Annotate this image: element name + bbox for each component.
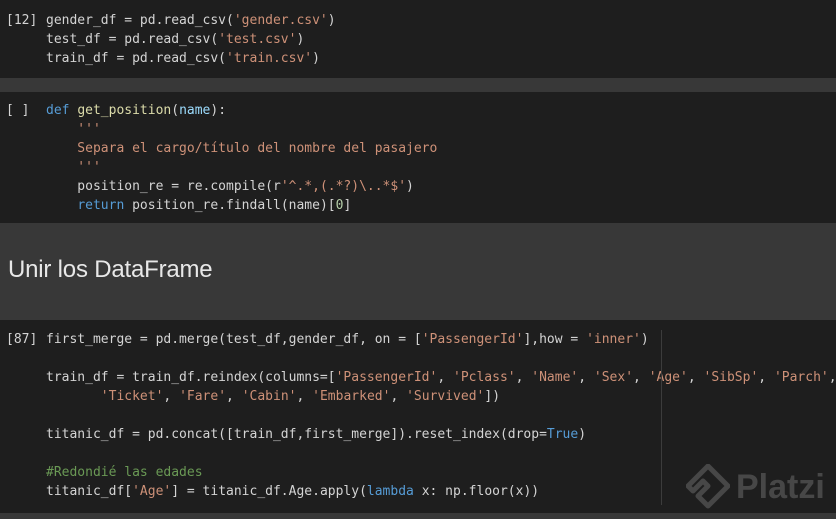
code-line: first_merge = pd.merge(test_df,gender_df… — [46, 330, 836, 349]
code-token: 'PassengerId' — [335, 370, 438, 385]
code-token: 'Embarked' — [312, 389, 391, 404]
code-token: 'Survived' — [406, 389, 485, 404]
execution-count: [12] — [6, 13, 38, 28]
code-token: 'train.csv' — [226, 51, 313, 66]
code-token: , — [390, 389, 407, 404]
code-token: 'Age' — [132, 484, 172, 499]
code-line: ''' — [46, 158, 437, 177]
code-token: return — [77, 198, 125, 213]
code-token: 'Fare' — [179, 389, 227, 404]
code-token: 'inner' — [586, 332, 641, 347]
code-token: position_re = re.compile(r — [46, 179, 281, 194]
code-token: get_position — [77, 103, 172, 118]
code-editor[interactable]: first_merge = pd.merge(test_df,gender_df… — [46, 330, 836, 501]
code-token: 'test.csv' — [218, 32, 297, 47]
code-token: 'Cabin' — [241, 389, 297, 404]
code-line: gender_df = pd.read_csv('gender.csv') — [46, 11, 336, 30]
code-token: x: np.floor(x)) — [413, 484, 540, 499]
code-token: ) — [406, 179, 414, 194]
code-token: 'PassengerId' — [421, 332, 524, 347]
code-line: position_re = re.compile(r'^.*,(.*?)\..*… — [46, 177, 437, 196]
code-token: , — [437, 370, 453, 385]
code-line: def get_position(name): — [46, 101, 437, 120]
code-token: ]) — [484, 389, 501, 404]
code-token: , — [296, 389, 313, 404]
code-token: ],how = — [523, 332, 587, 347]
code-token: 'gender.csv' — [233, 13, 328, 28]
code-token: , — [226, 389, 242, 404]
code-token: ''' — [46, 160, 101, 175]
editor-ruler — [661, 330, 662, 505]
code-token: #Redondié las edades — [46, 465, 203, 480]
code-cell-1[interactable]: [12] gender_df = pd.read_csv('gender.csv… — [0, 0, 836, 78]
code-token: True — [546, 427, 579, 442]
code-line: train_df = train_df.reindex(columns=['Pa… — [46, 368, 836, 387]
code-token: , — [758, 370, 774, 385]
code-token: titanic_df[ — [46, 484, 133, 499]
code-token: first_merge = pd.merge(test_df,gender_df… — [46, 332, 422, 347]
code-editor[interactable]: gender_df = pd.read_csv('gender.csv') tes… — [46, 11, 336, 68]
code-token: , — [828, 370, 836, 385]
code-token: ) — [312, 51, 320, 66]
code-token: ''' — [46, 122, 101, 137]
execution-count: [87] — [6, 332, 38, 347]
code-token: 'Sex' — [593, 370, 634, 385]
code-editor[interactable]: def get_position(name): ''' Separa el ca… — [46, 101, 437, 215]
code-token: position_re.findall(name)[ — [124, 198, 336, 213]
code-token: Separa el cargo/título del nombre del pa… — [46, 141, 438, 156]
code-token: 'Age' — [648, 370, 688, 385]
code-token: , — [687, 370, 704, 385]
code-token: ( — [171, 103, 180, 118]
code-token: lambda — [366, 484, 414, 499]
code-token: '^.*,(.*?)\..*$' — [280, 179, 407, 194]
code-token: 'Pclass' — [453, 370, 516, 385]
code-token: ] — [343, 198, 352, 213]
code-line: test_df = pd.read_csv('test.csv') — [46, 30, 336, 49]
code-token: ) — [327, 13, 336, 28]
code-line: 'Ticket', 'Fare', 'Cabin', 'Embarked', '… — [46, 387, 836, 406]
code-token: , — [515, 370, 532, 385]
code-line: return position_re.findall(name)[0] — [46, 196, 437, 215]
code-cell-2[interactable]: [ ] def get_position(name): ''' Separa e… — [0, 92, 836, 223]
code-token: 'SibSp' — [703, 370, 759, 385]
code-token: , — [163, 389, 180, 404]
code-token: gender_df = pd.read_csv( — [46, 13, 234, 28]
code-token: titanic_df = pd.concat([train_df,first_m… — [46, 427, 547, 442]
code-token: train_df = pd.read_csv( — [46, 51, 227, 66]
code-token: ): — [210, 103, 227, 118]
code-token: ) — [578, 427, 587, 442]
code-token: , — [578, 370, 594, 385]
code-line: train_df = pd.read_csv('train.csv') — [46, 49, 336, 68]
code-token: name — [179, 103, 211, 118]
code-line: titanic_df = pd.concat([train_df,first_m… — [46, 425, 836, 444]
code-token: train_df = train_df.reindex(columns=[ — [46, 370, 336, 385]
code-line: Separa el cargo/título del nombre del pa… — [46, 139, 437, 158]
code-token: 'Name' — [531, 370, 579, 385]
code-token: 'Ticket' — [100, 389, 164, 404]
section-heading: Unir los DataFrame — [8, 256, 213, 283]
code-cell-3[interactable]: [87] first_merge = pd.merge(test_df,gend… — [0, 320, 836, 513]
code-token: def — [46, 103, 78, 118]
code-token: test_df = pd.read_csv( — [46, 32, 219, 47]
code-line: titanic_df['Age'] = titanic_df.Age.apply… — [46, 482, 836, 501]
code-token: , — [633, 370, 649, 385]
code-token: ) — [296, 32, 305, 47]
code-token: ) — [640, 332, 649, 347]
execution-count: [ ] — [6, 103, 30, 118]
code-line: ''' — [46, 120, 437, 139]
code-token: 'Parch' — [773, 370, 829, 385]
code-token: ] = titanic_df.Age.apply( — [171, 484, 367, 499]
code-line: #Redondié las edades — [46, 463, 836, 482]
